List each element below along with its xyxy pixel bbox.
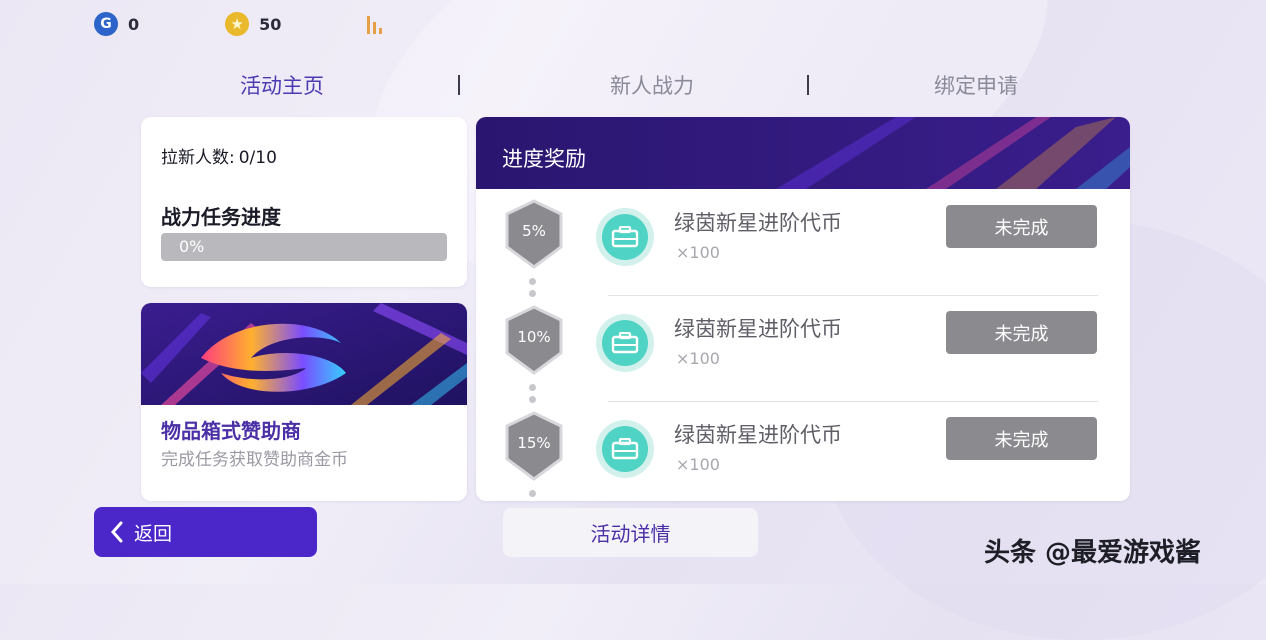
connector-dot: [529, 490, 536, 497]
chevron-left-icon: [110, 521, 124, 543]
activity-details-button[interactable]: 活动详情: [503, 508, 758, 557]
invite-label: 拉新人数:: [161, 148, 235, 168]
tab-newbie-power[interactable]: 新人战力: [610, 70, 694, 100]
reward-item-quantity: ×100: [676, 243, 720, 262]
connector-dot: [529, 278, 536, 285]
reward-item-quantity: ×100: [676, 455, 720, 474]
power-progress-bar: 0%: [161, 233, 447, 261]
g-currency-value: 0: [128, 14, 140, 34]
token-icon: [596, 420, 654, 478]
connector-dot: [529, 384, 536, 391]
reward-title: 进度奖励: [502, 147, 586, 171]
progress-reward-panel: 进度奖励 5% 绿茵新星进阶代币 ×100 未完成 10% 绿茵新星进阶代币 ×100 未完成…: [476, 117, 1130, 501]
tab-bind-request[interactable]: 绑定申请: [934, 70, 1018, 100]
tab-activity-home[interactable]: 活动主页: [240, 70, 324, 100]
milestone-percent: 5%: [522, 222, 546, 240]
power-task-title: 战力任务进度: [161, 205, 281, 229]
sponsor-title: 物品箱式赞助商: [161, 419, 301, 443]
tab-bar: 活动主页 新人战力 绑定申请: [160, 70, 1120, 102]
reward-item-quantity: ×100: [676, 349, 720, 368]
sponsor-subtitle: 完成任务获取赞助商金币: [161, 450, 348, 470]
milestone-percent: 10%: [517, 328, 551, 346]
star-currency: ★ 50: [225, 12, 281, 36]
reward-status-button[interactable]: 未完成: [946, 205, 1097, 248]
g-coin-icon: G: [94, 12, 118, 36]
back-button-label: 返回: [134, 522, 173, 545]
invite-value: 0/10: [238, 148, 277, 168]
tab-divider: [807, 75, 809, 95]
reward-item-name: 绿茵新星进阶代币: [674, 317, 842, 341]
back-button[interactable]: 返回: [94, 507, 317, 557]
reward-status-button[interactable]: 未完成: [946, 311, 1097, 354]
reward-status-button[interactable]: 未完成: [946, 417, 1097, 460]
star-coin-icon: ★: [225, 12, 250, 36]
progress-text: 0%: [179, 237, 205, 256]
g-currency: G 0: [94, 12, 139, 36]
row-divider: [608, 295, 1098, 296]
tab-divider: [458, 75, 460, 95]
reward-item-name: 绿茵新星进阶代币: [674, 423, 842, 447]
reward-row: 10% 绿茵新星进阶代币 ×100 未完成: [476, 295, 1130, 403]
row-divider: [608, 401, 1098, 402]
star-currency-value: 50: [259, 14, 282, 34]
reward-row: 5% 绿茵新星进阶代币 ×100 未完成: [476, 189, 1130, 297]
sponsor-banner-image: [141, 303, 467, 405]
token-icon: [596, 314, 654, 372]
sponsor-card[interactable]: 物品箱式赞助商 完成任务获取赞助商金币: [141, 303, 467, 501]
reward-row: 15% 绿茵新星进阶代币 ×100 未完成: [476, 401, 1130, 501]
invite-count: 拉新人数: 0/10: [161, 143, 277, 168]
stats-card: 拉新人数: 0/10 战力任务进度 0%: [141, 117, 467, 287]
reward-item-name: 绿茵新星进阶代币: [674, 211, 842, 235]
milestone-percent: 15%: [517, 434, 551, 452]
token-icon: [596, 208, 654, 266]
watermark: 头条 @最爱游戏酱: [984, 538, 1202, 568]
ranking-icon[interactable]: [367, 14, 383, 34]
currency-bar: G 0 ★ 50: [94, 10, 383, 38]
